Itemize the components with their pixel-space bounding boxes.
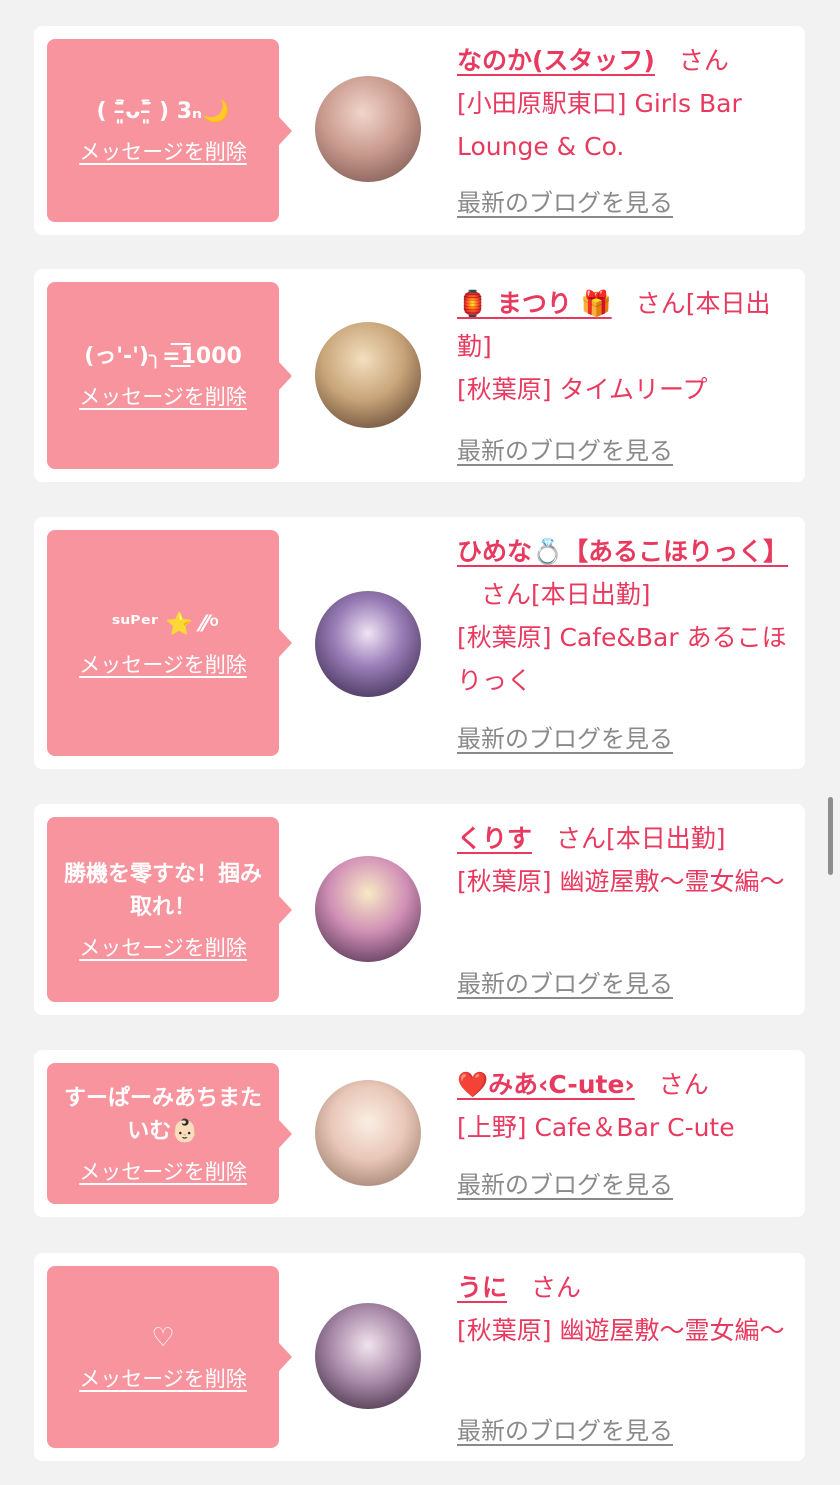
user-name-link[interactable]: うに (457, 1273, 507, 1302)
latest-blog-link[interactable]: 最新のブログを見る (457, 1165, 673, 1200)
message-card: ♡ メッセージを削除 うに さん [秋葉原] 幽遊屋敷〜霊女編〜 最新のブログを見… (34, 1253, 805, 1461)
message-bubble: ( ˭̵̵̵̵̵̵͈᷄ᴗ˭̵̵̵̵̵̵͈᷅ ) 3ₙ🌙 メッセージを削除 (47, 39, 292, 222)
san-suffix: さん (635, 289, 686, 318)
user-name-link[interactable]: 🏮 まつり 🎁 (457, 289, 612, 318)
shop-name: [秋葉原] 幽遊屋敷〜霊女編〜 (457, 867, 785, 896)
avatar[interactable] (315, 1303, 421, 1409)
user-info: なのか(スタッフ) さん [小田原駅東口] Girls Bar Lounge & … (457, 39, 792, 168)
message-text: ˢᵘᴾᵉʳ ⭐ ⁄⁄ ͦ (111, 611, 215, 637)
avatar[interactable] (315, 1080, 421, 1186)
san-suffix: さん (481, 580, 532, 609)
work-status: [本日出勤] (606, 824, 726, 853)
san-suffix: さん (531, 1273, 582, 1302)
message-text: ♡ (151, 1322, 175, 1353)
shop-name: [上野] Cafe＆Bar C-ute (457, 1113, 735, 1142)
avatar[interactable] (315, 591, 421, 697)
message-text: 勝機を零すな！掴み取れ！ (63, 861, 262, 920)
latest-blog-link[interactable]: 最新のブログを見る (457, 719, 673, 754)
latest-blog-link[interactable]: 最新のブログを見る (457, 964, 673, 999)
delete-message-link[interactable]: メッセージを削除 (79, 136, 247, 166)
latest-blog-link[interactable]: 最新のブログを見る (457, 183, 673, 218)
user-info: 🏮 まつり 🎁 さん[本日出勤] [秋葉原] タイムリープ (457, 282, 792, 411)
message-bubble: ˢᵘᴾᵉʳ ⭐ ⁄⁄ ͦ メッセージを削除 (47, 530, 292, 756)
delete-message-link[interactable]: メッセージを削除 (79, 1363, 247, 1393)
san-suffix: さん (678, 46, 729, 75)
shop-name: [秋葉原] Cafe&Bar あるこほりっく (457, 623, 787, 695)
message-card: (っ'-')╮=͟͟͞͞1000 メッセージを削除 🏮 まつり 🎁 さん[本日出勤… (34, 269, 805, 482)
message-text: ( ˭̵̵̵̵̵̵͈᷄ᴗ˭̵̵̵̵̵̵͈᷅ ) 3ₙ🌙 (96, 99, 230, 124)
shop-name: [小田原駅東口] Girls Bar Lounge & Co. (457, 89, 742, 161)
message-text: (っ'-')╮=͟͟͞͞1000 (84, 344, 242, 369)
user-info: くりす さん[本日出勤] [秋葉原] 幽遊屋敷〜霊女編〜 (457, 817, 792, 903)
user-info: ひめな💍【あるこほりっく】さん[本日出勤] [秋葉原] Cafe&Bar あるこ… (457, 530, 792, 702)
shop-name: [秋葉原] タイムリープ (457, 375, 708, 404)
user-name-link[interactable]: くりす (457, 824, 532, 853)
work-status: [本日出勤] (531, 580, 651, 609)
shop-name: [秋葉原] 幽遊屋敷〜霊女編〜 (457, 1316, 785, 1345)
avatar[interactable] (315, 856, 421, 962)
message-card: ˢᵘᴾᵉʳ ⭐ ⁄⁄ ͦ メッセージを削除 ひめな💍【あるこほりっく】さん[本日… (34, 517, 805, 769)
avatar[interactable] (315, 76, 421, 182)
latest-blog-link[interactable]: 最新のブログを見る (457, 431, 673, 466)
user-name-link[interactable]: なのか(スタッフ) (457, 46, 655, 75)
message-bubble: すーぱーみあちまたいむ👶🏻 メッセージを削除 (47, 1063, 292, 1204)
message-bubble: 勝機を零すな！掴み取れ！ メッセージを削除 (47, 817, 292, 1002)
user-info: うに さん [秋葉原] 幽遊屋敷〜霊女編〜 (457, 1266, 792, 1352)
latest-blog-link[interactable]: 最新のブログを見る (457, 1411, 673, 1446)
delete-message-link[interactable]: メッセージを削除 (79, 649, 247, 679)
user-name-link[interactable]: ❤️みあ‹C-ute› (457, 1070, 635, 1099)
san-suffix: さん (556, 824, 607, 853)
san-suffix: さん (658, 1070, 709, 1099)
user-info: ❤️みあ‹C-ute› さん [上野] Cafe＆Bar C-ute (457, 1063, 792, 1149)
delete-message-link[interactable]: メッセージを削除 (79, 381, 247, 411)
scrollbar[interactable] (828, 797, 833, 875)
message-bubble: ♡ メッセージを削除 (47, 1266, 292, 1448)
message-card: 勝機を零すな！掴み取れ！ メッセージを削除 くりす さん[本日出勤] [秋葉原] … (34, 804, 805, 1015)
message-text: すーぱーみあちまたいむ👶🏻 (63, 1085, 262, 1144)
delete-message-link[interactable]: メッセージを削除 (79, 932, 247, 962)
message-card: すーぱーみあちまたいむ👶🏻 メッセージを削除 ❤️みあ‹C-ute› さん [上野… (34, 1050, 805, 1217)
message-bubble: (っ'-')╮=͟͟͞͞1000 メッセージを削除 (47, 282, 292, 469)
user-name-link[interactable]: ひめな💍【あるこほりっく】 (457, 537, 788, 566)
delete-message-link[interactable]: メッセージを削除 (79, 1156, 247, 1186)
avatar[interactable] (315, 322, 421, 428)
message-card: ( ˭̵̵̵̵̵̵͈᷄ᴗ˭̵̵̵̵̵̵͈᷅ ) 3ₙ🌙 メッセージを削除 なのか… (34, 26, 805, 235)
